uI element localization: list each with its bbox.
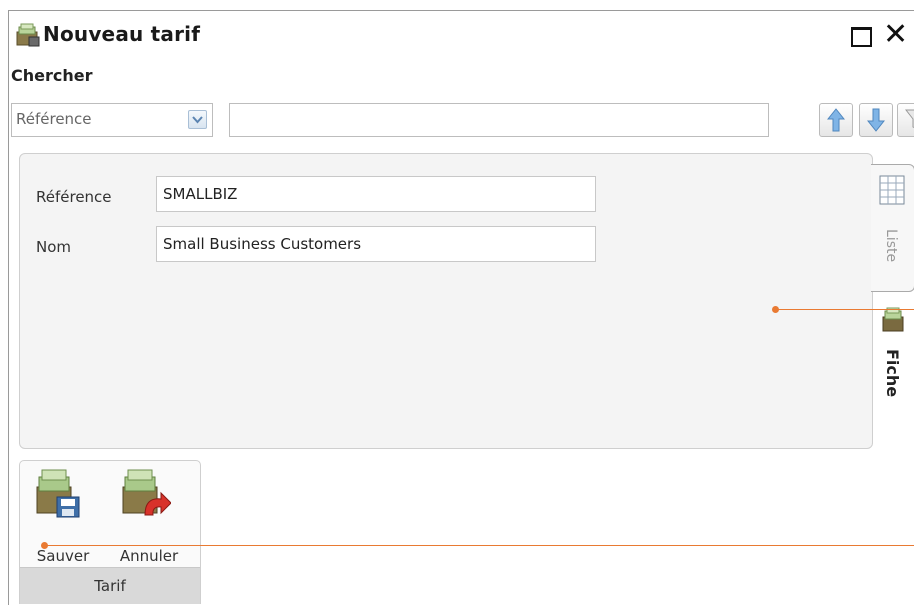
- tab-liste-label: Liste: [883, 229, 899, 263]
- search-section-label: Chercher: [11, 66, 93, 85]
- title-bar: Nouveau tarif ✕: [9, 11, 914, 61]
- tab-liste[interactable]: Liste: [871, 164, 914, 292]
- filter-button[interactable]: [897, 103, 914, 137]
- form-panel: Référence SMALLBIZ Nom Small Business Cu…: [19, 153, 873, 449]
- reference-field[interactable]: SMALLBIZ: [156, 176, 596, 212]
- move-down-button[interactable]: [859, 103, 893, 137]
- arrow-down-icon: [867, 108, 885, 132]
- undo-icon: [122, 469, 171, 516]
- action-group-label: Tarif: [20, 567, 200, 604]
- cancel-label: Annuler: [119, 547, 179, 565]
- callout-line: [776, 309, 914, 310]
- close-icon[interactable]: ✕: [883, 15, 908, 55]
- save-button[interactable]: Sauver: [28, 467, 90, 565]
- window-title: Nouveau tarif: [43, 22, 201, 46]
- name-label: Nom: [36, 238, 72, 256]
- chevron-down-icon[interactable]: [188, 110, 207, 129]
- save-label: Sauver: [36, 547, 90, 565]
- new-tariff-window: Nouveau tarif ✕ Chercher Référence Référ…: [8, 10, 914, 605]
- tariff-box-icon: [16, 23, 40, 47]
- maximize-icon[interactable]: [851, 27, 872, 47]
- cancel-button[interactable]: Annuler: [114, 467, 178, 565]
- filter-icon: [905, 109, 914, 129]
- name-field[interactable]: Small Business Customers: [156, 226, 596, 262]
- tab-fiche[interactable]: Fiche: [883, 349, 902, 397]
- reference-label: Référence: [36, 188, 112, 206]
- arrow-up-icon: [827, 108, 845, 132]
- move-up-button[interactable]: [819, 103, 853, 137]
- save-icon: [36, 469, 80, 518]
- search-input[interactable]: [229, 103, 769, 137]
- search-field-combo[interactable]: Référence: [11, 103, 213, 137]
- tariff-action-group: Sauver Annuler Tarif: [19, 460, 201, 604]
- grid-icon: [879, 175, 905, 205]
- callout-line: [45, 545, 914, 546]
- combo-selected-value: Référence: [16, 110, 92, 128]
- tariff-box-icon: [882, 307, 904, 332]
